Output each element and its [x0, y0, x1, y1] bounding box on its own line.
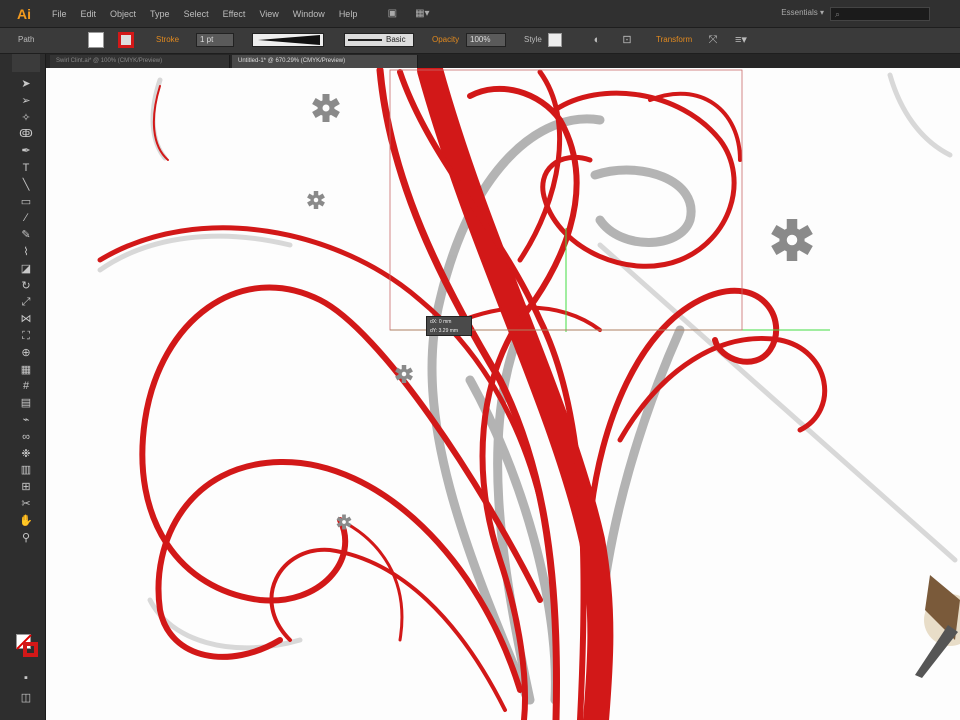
opacity-field[interactable]: 100%	[466, 33, 506, 47]
type-tool-icon[interactable]: T	[16, 160, 36, 177]
menu-type[interactable]: Type	[150, 9, 170, 19]
snowflake-icon	[771, 219, 813, 261]
fill-color-swatch[interactable]	[88, 32, 104, 48]
lasso-tool-icon[interactable]: ↂ	[16, 126, 36, 143]
search-input[interactable]: ⌕	[830, 7, 930, 21]
app-logo: Ai	[17, 5, 31, 22]
stroke-label[interactable]: Stroke	[156, 32, 179, 48]
brush-definition[interactable]: Basic	[344, 33, 414, 47]
isolate-icon[interactable]: ⤧	[706, 33, 720, 47]
pen-cursor-icon	[915, 575, 960, 678]
mesh-tool-icon[interactable]: #	[16, 378, 36, 395]
recolor-artwork-icon[interactable]: ◐	[590, 33, 604, 47]
align-icon[interactable]: ⊡	[620, 33, 634, 47]
variable-width-profile[interactable]	[252, 33, 324, 47]
menu-help[interactable]: Help	[339, 9, 358, 19]
document-tabs: Swirl Clint.ai* @ 100% (CMYK/Preview) Un…	[46, 54, 960, 68]
rectangle-tool-icon[interactable]: ▭	[16, 194, 36, 211]
width-tool-icon[interactable]: ⋈	[16, 311, 36, 328]
blob-brush-tool-icon[interactable]: ⌇	[16, 244, 36, 261]
pen-tool-icon[interactable]: ✒	[16, 143, 36, 160]
smart-guides	[389, 69, 830, 332]
hand-tool-icon[interactable]: ✋	[16, 513, 36, 530]
menu-bar: Ai File Edit Object Type Select Effect V…	[0, 0, 960, 28]
menu-window[interactable]: Window	[293, 9, 325, 19]
graphic-style-swatch[interactable]	[548, 33, 562, 47]
measurement-tooltip: dX: 0 mm dY: 3.29 mm	[426, 316, 472, 336]
blend-tool-icon[interactable]: ∞	[16, 429, 36, 446]
tools-panel-header[interactable]	[12, 54, 40, 72]
magic-wand-tool-icon[interactable]: ✧	[16, 110, 36, 127]
transform-label[interactable]: Transform	[656, 32, 692, 48]
color-modes-icon[interactable]: ▪	[16, 670, 36, 687]
stroke-color-swatch[interactable]	[118, 32, 134, 48]
menu-select[interactable]: Select	[184, 9, 209, 19]
line-tool-icon[interactable]: ╲	[16, 177, 36, 194]
brush-label: Basic	[386, 35, 406, 44]
snowflake-icon	[312, 94, 340, 122]
selection-type-label: Path	[18, 35, 35, 44]
red-swirl-paths	[97, 68, 828, 720]
eyedropper-tool-icon[interactable]: ⌁	[16, 412, 36, 429]
pencil-tool-icon[interactable]: ✎	[16, 227, 36, 244]
fill-stroke-control[interactable]	[14, 632, 42, 662]
menu-edit[interactable]: Edit	[81, 9, 97, 19]
tab-label: Swirl Clint.ai* @ 100% (CMYK/Preview)	[56, 58, 163, 64]
free-transform-tool-icon[interactable]: ⛶	[16, 328, 36, 345]
swirl-artwork	[97, 68, 960, 720]
arrange-documents-icon[interactable]: ▦▾	[413, 7, 431, 21]
brush-line-icon	[348, 38, 382, 41]
selection-tool-icon[interactable]: ➤	[16, 76, 36, 93]
tools-column: ➤ ➢ ✧ ↂ ✒ T ╲ ▭ ∕ ✎ ⌇ ◪ ↻ ⤢ ⋈ ⛶ ⊕ ▦ # ▤ …	[16, 76, 38, 546]
menu-view[interactable]: View	[259, 9, 278, 19]
zoom-tool-icon[interactable]: ⚲	[16, 530, 36, 547]
tooltip-dx: dX: 0 mm	[430, 319, 452, 325]
scale-tool-icon[interactable]: ⤢	[16, 294, 36, 311]
menu-object[interactable]: Object	[110, 9, 136, 19]
stroke-swatch-icon[interactable]	[23, 642, 38, 657]
graph-tool-icon[interactable]: ▥	[16, 462, 36, 479]
slice-tool-icon[interactable]: ✂	[16, 496, 36, 513]
menu-file[interactable]: File	[52, 9, 67, 19]
tab-label: Untitled-1* @ 670.29% (CMYK/Preview)	[238, 58, 346, 64]
tools-panel: ➤ ➢ ✧ ↂ ✒ T ╲ ▭ ∕ ✎ ⌇ ◪ ↻ ⤢ ⋈ ⛶ ⊕ ▦ # ▤ …	[0, 54, 46, 720]
width-profile-icon	[258, 35, 320, 45]
illustrator-window: Ai File Edit Object Type Select Effect V…	[0, 0, 960, 720]
magnifier-icon: ⌕	[835, 9, 841, 19]
workspace-switcher[interactable]: Essentials ▾	[781, 8, 824, 17]
opacity-label[interactable]: Opacity	[432, 32, 459, 48]
artboard-canvas[interactable]: dX: 0 mm dY: 3.29 mm	[46, 68, 960, 720]
gradient-tool-icon[interactable]: ▤	[16, 395, 36, 412]
workspace-label: Essentials	[781, 8, 818, 17]
menu-effect[interactable]: Effect	[223, 9, 246, 19]
eraser-tool-icon[interactable]: ◪	[16, 261, 36, 278]
stroke-weight-field[interactable]: 1 pt	[196, 33, 234, 47]
bridge-icon[interactable]: ▣	[383, 7, 401, 21]
snowflake-icon	[307, 191, 325, 209]
tooltip-dy: dY: 3.29 mm	[430, 328, 459, 334]
paintbrush-tool-icon[interactable]: ∕	[16, 210, 36, 227]
control-panel: Path Stroke 1 pt Basic Opacity 100% Styl…	[0, 28, 960, 54]
drawing-modes-icon[interactable]: ◫	[16, 690, 36, 707]
artboard-tool-icon[interactable]: ⊞	[16, 479, 36, 496]
perspective-grid-tool-icon[interactable]: ▦	[16, 362, 36, 379]
panel-menu-icon[interactable]: ≡▾	[734, 33, 748, 47]
tab-swirl-clint[interactable]: Swirl Clint.ai* @ 100% (CMYK/Preview)	[50, 55, 230, 68]
style-label: Style	[524, 35, 542, 44]
shape-builder-tool-icon[interactable]: ⊕	[16, 345, 36, 362]
direct-selection-tool-icon[interactable]: ➢	[16, 93, 36, 110]
tab-untitled[interactable]: Untitled-1* @ 670.29% (CMYK/Preview)	[232, 55, 418, 68]
rotate-tool-icon[interactable]: ↻	[16, 278, 36, 295]
symbol-sprayer-tool-icon[interactable]: ❉	[16, 446, 36, 463]
menu-icons: ▣ ▦▾	[383, 7, 431, 21]
